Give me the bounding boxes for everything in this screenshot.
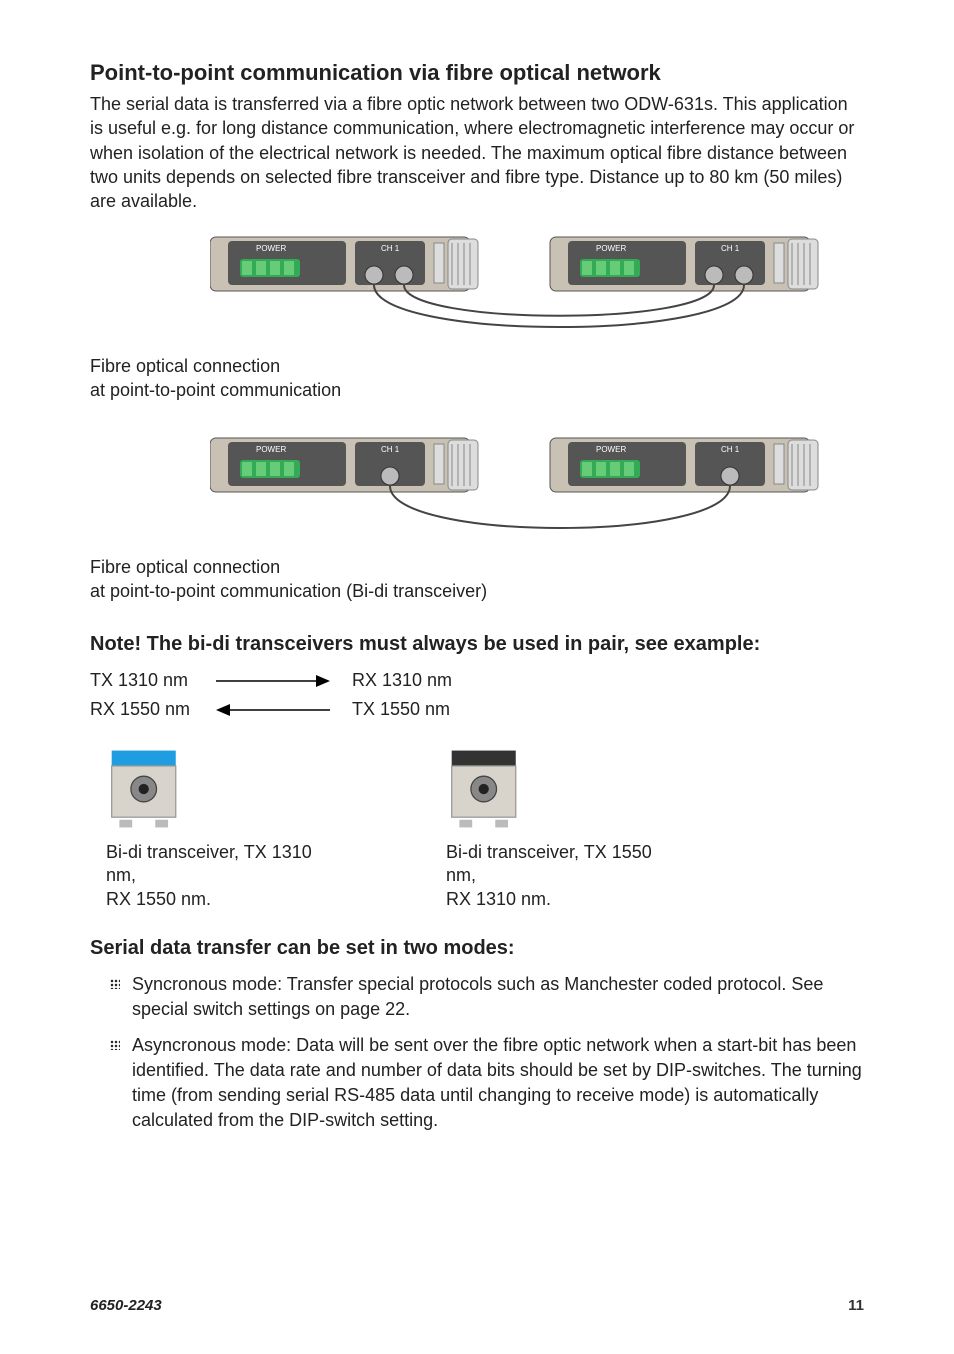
txrx-row-1: TX 1310 nm RX 1310 nm xyxy=(90,670,864,691)
note-title: Note! The bi-di transceivers must always… xyxy=(90,633,864,656)
svg-text:CH 1: CH 1 xyxy=(721,244,740,253)
list-item: Asyncronous mode: Data will be sent over… xyxy=(110,1033,864,1134)
footer-page-number: 11 xyxy=(848,1297,864,1314)
arrow-left-icon xyxy=(216,704,336,716)
transceiver-left: Bi-di transceiver, TX 1310 nm, RX 1550 n… xyxy=(90,748,320,911)
arrow-right-icon xyxy=(216,675,336,687)
diagram-dual-fibre: POWER CH 1 RX TX POWER CH 1 xyxy=(210,231,860,381)
section-title: Point-to-point communication via fibre o… xyxy=(90,60,864,86)
txrx-row-2: RX 1550 nm TX 1550 nm xyxy=(90,699,864,720)
svg-text:POWER: POWER xyxy=(256,445,286,454)
svg-text:CH 1: CH 1 xyxy=(381,445,400,454)
svg-text:CH 1: CH 1 xyxy=(721,445,740,454)
transceiver-black-icon xyxy=(446,748,524,830)
serial-title: Serial data transfer can be set in two m… xyxy=(90,937,864,960)
footer-doc-number: 6650-2243 xyxy=(90,1297,162,1314)
list-item: Syncronous mode: Transfer special protoc… xyxy=(110,972,864,1022)
svg-text:POWER: POWER xyxy=(596,244,626,253)
serial-bullets: Syncronous mode: Transfer special protoc… xyxy=(90,972,864,1133)
svg-text:POWER: POWER xyxy=(596,445,626,454)
diagram-bidi-fibre: POWER CH 1 POWER CH 1 xyxy=(210,432,860,582)
svg-text:POWER: POWER xyxy=(256,244,286,253)
transceiver-blue-icon xyxy=(106,748,184,830)
svg-text:CH 1: CH 1 xyxy=(381,244,400,253)
intro-paragraph: The serial data is transferred via a fib… xyxy=(90,92,864,213)
transceiver-right: Bi-di transceiver, TX 1550 nm, RX 1310 n… xyxy=(430,748,660,911)
